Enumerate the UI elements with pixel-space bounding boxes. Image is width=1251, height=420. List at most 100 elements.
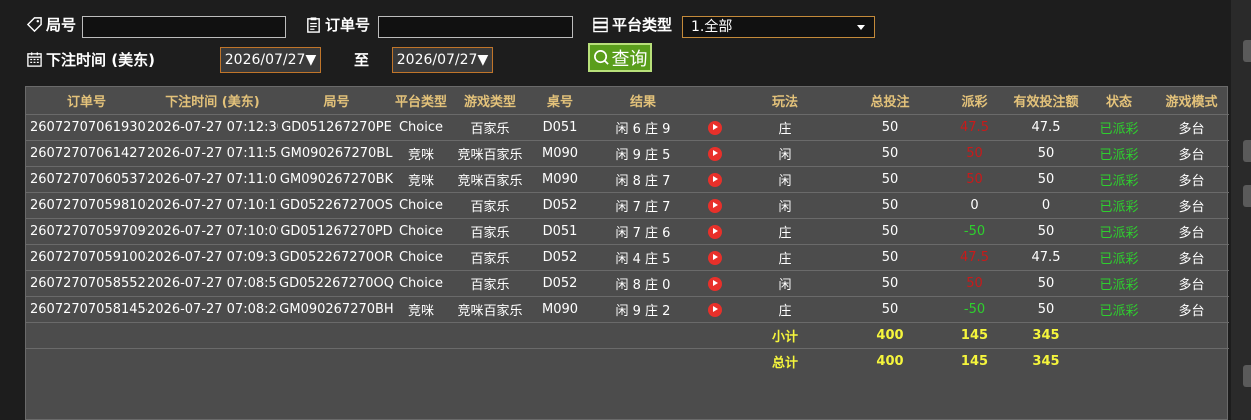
col-header-valid[interactable]: 有效投注额 <box>1008 87 1084 115</box>
col-header-total[interactable]: 总投注 <box>839 87 941 115</box>
query-button[interactable]: 查询 <box>588 43 652 72</box>
cell-replay <box>699 192 731 219</box>
cell-round: GD051267270PD <box>278 218 395 245</box>
cell-game: 百家乐 <box>447 270 533 297</box>
play-video-icon[interactable] <box>708 120 722 135</box>
table-row[interactable]: 260727070585523 2026-07-27 07:08:57 GD0522… <box>26 270 1229 297</box>
cell-replay <box>699 218 731 245</box>
summary-label: 总计 <box>731 348 839 374</box>
col-header-status[interactable]: 状态 <box>1084 87 1154 115</box>
bet-time-label-wrap: 下注时间 (美东) <box>26 49 155 70</box>
table-row[interactable]: 260727070598106 2026-07-27 07:10:17 GD0522… <box>26 192 1229 219</box>
cell-table: M090 <box>533 140 587 167</box>
table-header-row: 订单号 下注时间 (美东) 局号 平台类型 游戏类型 桌号 结果 玩法 总投注 … <box>26 87 1229 115</box>
cell-order: 260727070585523 <box>26 270 147 297</box>
cell-mode: 多台 <box>1154 140 1229 167</box>
cell-bet-type: 闲 <box>731 166 839 193</box>
col-header-table[interactable]: 桌号 <box>533 87 587 115</box>
side-tab[interactable] <box>1243 140 1251 162</box>
col-header-platform[interactable]: 平台类型 <box>395 87 447 115</box>
cell-replay <box>699 114 731 141</box>
cell-game: 竞咪百家乐 <box>447 166 533 193</box>
table-row[interactable]: 260727070614271 2026-07-27 07:11:55 GM0902… <box>26 140 1229 167</box>
play-video-icon[interactable] <box>708 276 722 291</box>
col-header-round[interactable]: 局号 <box>278 87 395 115</box>
cell-total: 50 <box>839 166 941 193</box>
calendar-icon <box>27 52 42 67</box>
cell-status: 已派彩 <box>1084 270 1154 297</box>
cell-valid: 50 <box>1008 270 1084 297</box>
cell-valid: 50 <box>1008 296 1084 323</box>
cell-mode: 多台 <box>1154 218 1229 245</box>
table-row[interactable]: 260727070605376 2026-07-27 07:11:01 GM0902… <box>26 166 1229 193</box>
cell-replay <box>699 166 731 193</box>
cell-round: GM090267270BH <box>278 296 395 323</box>
cell-replay <box>699 140 731 167</box>
summary-valid: 345 <box>1008 348 1084 374</box>
date-to-picker[interactable]: 2026/07/27▼ <box>392 47 493 73</box>
play-video-icon[interactable] <box>708 172 722 187</box>
round-label: 局号 <box>46 16 77 34</box>
order-input[interactable] <box>378 16 573 38</box>
cell-valid: 47.5 <box>1008 114 1084 141</box>
table-row[interactable]: 260727070581454 2026-07-27 07:08:28 GM0902… <box>26 296 1229 323</box>
cell-game: 百家乐 <box>447 192 533 219</box>
cell-round: GD052267270OR <box>278 244 395 271</box>
col-header-mode[interactable]: 游戏模式 <box>1154 87 1229 115</box>
col-header-payout[interactable]: 派彩 <box>941 87 1008 115</box>
round-input[interactable] <box>82 16 286 38</box>
cell-platform: Choice <box>395 114 447 141</box>
date-from-value: 2026/07/27▼ <box>224 52 317 68</box>
side-tab[interactable] <box>1243 40 1251 62</box>
play-video-icon[interactable] <box>708 198 722 213</box>
summary-label: 小计 <box>731 322 839 349</box>
cell-round: GM090267270BL <box>278 140 395 167</box>
cell-platform: 竞咪 <box>395 140 447 167</box>
side-tab[interactable] <box>1243 365 1251 387</box>
table-row[interactable]: 260727070591004 2026-07-27 07:09:33 GD0522… <box>26 244 1229 271</box>
cell-payout: -50 <box>941 218 1008 245</box>
cell-replay <box>699 270 731 297</box>
play-video-icon[interactable] <box>708 224 722 239</box>
cell-round: GD052267270OQ <box>278 270 395 297</box>
col-header-game[interactable]: 游戏类型 <box>447 87 533 115</box>
cell-valid: 50 <box>1008 140 1084 167</box>
cell-bet-type: 庄 <box>731 114 839 141</box>
platform-select[interactable]: 1.全部 <box>682 16 875 38</box>
date-from-picker[interactable]: 2026/07/27▼ <box>220 47 321 73</box>
cell-valid: 50 <box>1008 166 1084 193</box>
table-row[interactable]: 260727070597099 2026-07-27 07:10:09 GD0512… <box>26 218 1229 245</box>
summary-blank <box>26 322 731 349</box>
cell-mode: 多台 <box>1154 166 1229 193</box>
table-row[interactable]: 260727070619307 2026-07-27 07:12:30 GD0512… <box>26 114 1229 141</box>
cell-time: 2026-07-27 07:11:55 <box>147 140 278 167</box>
play-video-icon[interactable] <box>708 302 722 317</box>
cell-total: 50 <box>839 270 941 297</box>
cell-bet-type: 闲 <box>731 192 839 219</box>
cell-time: 2026-07-27 07:08:28 <box>147 296 278 323</box>
col-header-result[interactable]: 结果 <box>587 87 699 115</box>
cell-total: 50 <box>839 244 941 271</box>
col-header-time[interactable]: 下注时间 (美东) <box>147 87 278 115</box>
cell-platform: 竞咪 <box>395 166 447 193</box>
cell-bet-type: 庄 <box>731 244 839 271</box>
side-scroll-strip <box>1231 0 1251 420</box>
grandtotal-row: 总计 400 145 345 <box>26 348 1229 374</box>
side-tab[interactable] <box>1243 185 1251 207</box>
cell-payout: 50 <box>941 166 1008 193</box>
play-video-icon[interactable] <box>708 146 722 161</box>
cell-game: 百家乐 <box>447 244 533 271</box>
cell-mode: 多台 <box>1154 296 1229 323</box>
play-video-icon[interactable] <box>708 250 722 265</box>
cell-replay <box>699 296 731 323</box>
cell-order: 260727070605376 <box>26 166 147 193</box>
cell-result: 闲 8 庄 7 <box>587 166 699 193</box>
bet-record-panel: 局号 订单号 平台类型 1.全部 下注时间 (美东) 2026/07/27▼ 至… <box>0 0 1231 420</box>
cell-result: 闲 6 庄 9 <box>587 114 699 141</box>
col-header-bet-type[interactable]: 玩法 <box>731 87 839 115</box>
cell-total: 50 <box>839 192 941 219</box>
cell-payout: 50 <box>941 140 1008 167</box>
cell-valid: 47.5 <box>1008 244 1084 271</box>
cell-table: D052 <box>533 192 587 219</box>
col-header-order[interactable]: 订单号 <box>26 87 147 115</box>
